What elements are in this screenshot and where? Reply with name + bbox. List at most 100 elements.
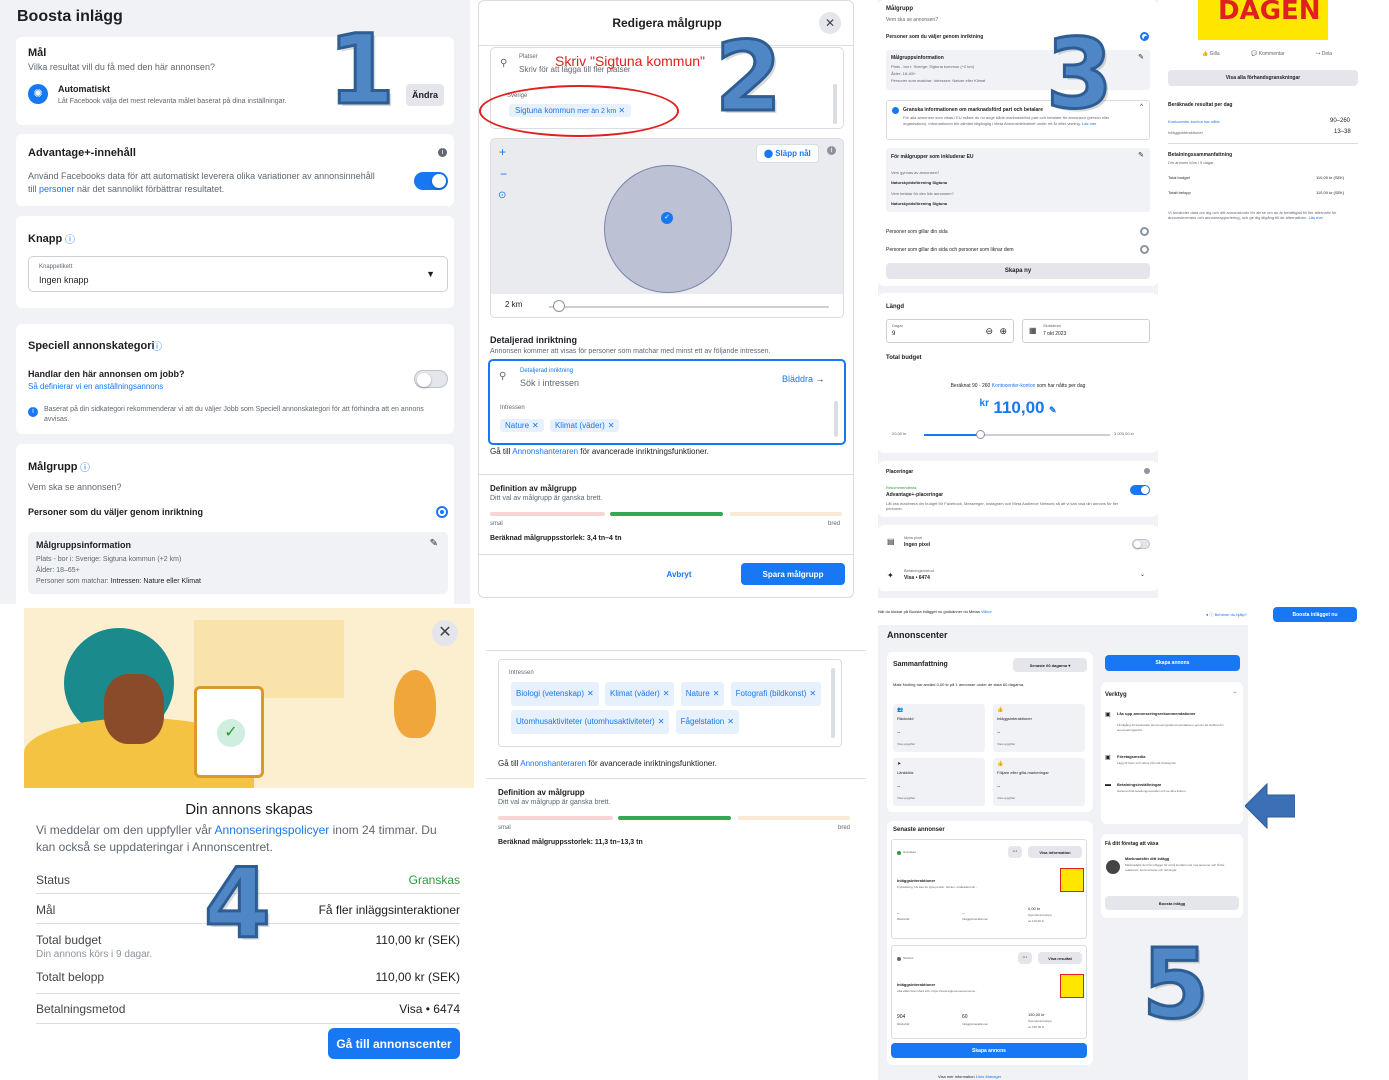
people-link[interactable]: personer (39, 184, 75, 194)
go-to-ad-center-button[interactable]: Gå till annonscenter (328, 1028, 460, 1059)
ads-manager-link[interactable]: Ads Manager (978, 1074, 1002, 1079)
view-info-button[interactable]: Visa information (1028, 846, 1082, 858)
cancel-button[interactable]: Avbryt (643, 563, 715, 585)
eu-box: För målgrupper som inkluderar EU ✎ Vem g… (886, 148, 1150, 212)
audience-title: Målgrupp (28, 461, 78, 473)
metric-link[interactable]: Visa uppgifter (897, 796, 915, 800)
edit-icon[interactable]: ✎ (1049, 405, 1057, 415)
boost-now-button[interactable]: Boosta inlägget nu (1273, 607, 1357, 622)
metric-link[interactable]: Visa uppgifter (997, 742, 1015, 746)
more-options-button[interactable]: ··· (1018, 952, 1032, 964)
view-results-button[interactable]: Visa resultat (1038, 952, 1082, 964)
illustration: ✓ (24, 608, 474, 788)
scrollbar[interactable] (834, 401, 838, 437)
interest-chip[interactable]: Fotografi (bildkonst) ✕ (730, 682, 822, 706)
collapse-icon[interactable]: − (1233, 690, 1237, 696)
period-select[interactable]: Senaste 60 dagarna ▾ (1013, 658, 1087, 672)
help-icon[interactable]: ⓘ (65, 231, 75, 246)
browse-link[interactable]: Bläddra → (782, 374, 825, 384)
comment-button[interactable]: 💬 Kommentar (1251, 51, 1284, 57)
create-ad-button[interactable]: Skapa annons (891, 1043, 1087, 1058)
help-icon[interactable]: ⓘ (152, 338, 162, 353)
edit-icon[interactable]: ✎ (1138, 151, 1144, 159)
plus-icon[interactable]: ⊕ (999, 326, 1007, 337)
help-button[interactable]: ● ⓘ Behöver du hjälp? (1206, 612, 1247, 618)
ad-stat-value: 60 (962, 1014, 968, 1020)
show-all-previews-button[interactable]: Visa alla förhandsgranskningar (1168, 70, 1358, 86)
avatar (1106, 860, 1120, 874)
row-value: Visa • 6474 (399, 1002, 460, 1016)
advantage-toggle[interactable] (414, 172, 448, 190)
step-number-5: 5 (1141, 928, 1211, 1040)
button-select[interactable]: Knappetikett Ingen knapp ▼ (28, 256, 448, 292)
metric-link[interactable]: Visa uppgifter (997, 796, 1015, 800)
detailed-search-input[interactable]: Sök i intressen (520, 378, 579, 388)
pay-summary-desc: Din annons körs i 9 dagar. (1168, 160, 1215, 165)
share-button[interactable]: ↪ Dela (1316, 51, 1332, 57)
edit-icon[interactable]: ✎ (1138, 53, 1144, 61)
interest-chip[interactable]: Nature ✕ (500, 419, 544, 432)
minus-icon[interactable]: ⊖ (985, 326, 993, 337)
special-link[interactable]: Så definierar vi en anställningsannons (28, 382, 163, 391)
audience-radio[interactable] (1140, 32, 1149, 41)
scrollbar[interactable] (833, 84, 837, 124)
boost-post-button[interactable]: Boosta inlägg (1105, 896, 1239, 910)
audience-option-like-similar[interactable]: Personer som gillar din sida och persone… (886, 247, 1014, 253)
placements-toggle[interactable] (1130, 485, 1150, 495)
text: Utomhusaktiviteter (utomhusaktiviteter) (516, 717, 655, 726)
accounts-link[interactable]: Kontocenter-konton (992, 383, 1036, 389)
text: När du klickar på Boosta inlägget nu god… (878, 609, 981, 614)
placements-desc: Låt oss maximera din budget för Facebook… (886, 501, 1119, 511)
budget-slider-track (924, 430, 1110, 439)
audience-radio[interactable] (436, 506, 448, 518)
audience-option[interactable]: Personer som du väljer genom inriktning (28, 507, 203, 517)
interest-chip[interactable]: Biologi (vetenskap) ✕ (511, 682, 599, 706)
drop-pin-button[interactable]: ⬤ Släpp nål (756, 144, 819, 163)
change-goal-button[interactable]: Ändra (406, 84, 444, 106)
special-toggle[interactable] (414, 370, 448, 388)
map[interactable]: + − ⊙ ⬤ Släpp nål i ✓ 2 km (490, 138, 844, 318)
interest-chip[interactable]: Fågelstation ✕ (675, 710, 739, 734)
end-date-field[interactable]: ▦ Slutdatum 7 okt 2023 (1022, 319, 1150, 343)
terms-link[interactable]: Villkor (981, 609, 992, 614)
close-icon[interactable]: ✕ (432, 620, 458, 646)
close-icon[interactable]: ✕ (819, 12, 841, 34)
ad-policies-link[interactable]: Annonseringspolicyer (215, 823, 330, 837)
adsmanager-link[interactable]: Annonshanteraren (520, 759, 586, 768)
interest-chip[interactable]: Nature ✕ (680, 682, 725, 706)
zoom-in-icon[interactable]: + (499, 145, 506, 159)
locate-icon[interactable]: ⊙ (498, 190, 506, 201)
audience-info-title: Målgruppsinformation (891, 55, 944, 61)
audience-option-like[interactable]: Personer som gillar din sida (886, 229, 948, 235)
chevron-up-icon[interactable]: ^ (1140, 104, 1143, 110)
interest-chip[interactable]: Klimat (väder) ✕ (604, 682, 675, 706)
more-options-button[interactable]: ··· (1008, 846, 1022, 858)
adsmanager-link[interactable]: Annonshanteraren (512, 447, 578, 456)
interest-chip[interactable]: Utomhusaktiviteter (utomhusaktiviteter) … (511, 710, 670, 734)
chevron-down-icon[interactable]: ⌄ (1140, 571, 1145, 578)
zoom-out-icon[interactable]: − (500, 167, 507, 181)
tool-title[interactable]: Företagsmedia (1117, 754, 1145, 759)
audience-radio[interactable] (1140, 227, 1149, 236)
days-field[interactable]: Dagar 9 ⊖ ⊕ (886, 319, 1014, 343)
help-icon[interactable]: ⓘ (80, 459, 90, 474)
save-audience-button[interactable]: Spara målgrupp (741, 563, 845, 585)
scrollbar[interactable] (831, 668, 835, 738)
interests-chips: Nature ✕ Klimat (väder) ✕ (498, 417, 621, 434)
like-button[interactable]: 👍 Gilla (1202, 51, 1220, 57)
metric-link[interactable]: Visa uppgifter (897, 742, 915, 746)
radius-slider-handle[interactable] (553, 300, 565, 312)
interest-chip[interactable]: Klimat (väder) ✕ (549, 419, 620, 432)
tool-title[interactable]: Lås upp annonseringsrekommendationer (1117, 711, 1237, 716)
budget-slider-handle[interactable] (975, 430, 985, 439)
pixel-toggle[interactable] (1132, 539, 1150, 549)
edit-icon[interactable]: ✎ (430, 538, 438, 549)
tool-title[interactable]: Betalningsinställningar (1117, 782, 1161, 787)
meter-broad-label: bred (838, 825, 851, 831)
audience-meter (490, 512, 842, 516)
audience-option[interactable]: Personer som du väljer genom inriktning (886, 34, 983, 40)
create-new-button[interactable]: Skapa ny (886, 263, 1150, 279)
disclaimer-link[interactable]: Läs mer (1309, 215, 1323, 220)
audience-radio[interactable] (1140, 245, 1149, 254)
create-ad-button[interactable]: Skapa annons (1105, 655, 1240, 671)
